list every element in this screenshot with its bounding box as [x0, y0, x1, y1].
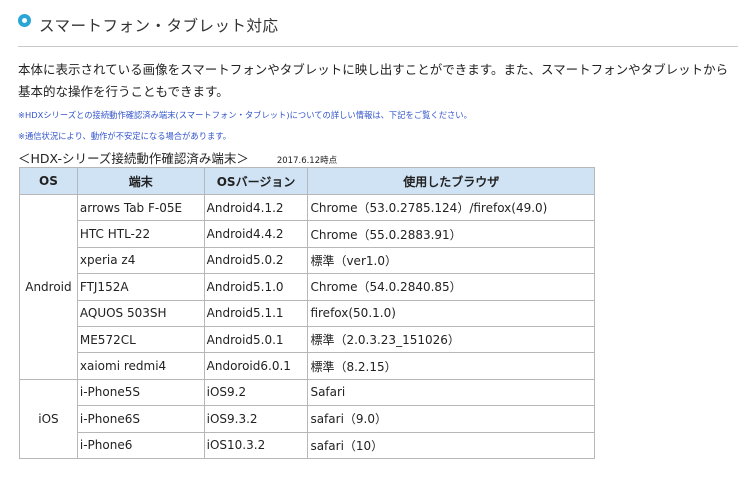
table-row: i-Phone6S iOS9.3.2 safari（9.0） — [20, 405, 595, 433]
column-header-browser: 使用したブラウザ — [307, 167, 595, 195]
os-version-cell: Android5.0.1 — [203, 325, 309, 354]
title-divider — [18, 46, 738, 47]
device-cell: FTJ152A — [76, 273, 205, 301]
device-cell: i-Phone6S — [76, 405, 205, 433]
table-row: FTJ152A Android5.1.0 Chrome（54.0.2840.85… — [20, 273, 595, 301]
browser-cell: 標準（8.2.15） — [307, 352, 595, 380]
section-title: スマートフォン・タブレット対応 — [39, 17, 279, 35]
column-header-os-version: OSバージョン — [203, 167, 309, 195]
browser-cell: Chrome（55.0.2883.91） — [307, 220, 595, 248]
os-version-cell: iOS10.3.2 — [203, 431, 309, 459]
os-version-cell: Android5.1.0 — [203, 273, 309, 301]
table-header-row: OS 端末 OSバージョン 使用したブラウザ — [19, 167, 595, 195]
table-row: iOS i-Phone5S iOS9.2 Safari — [19, 378, 595, 459]
browser-cell: 標準（ver1.0） — [307, 246, 595, 275]
ring-bullet-icon — [18, 13, 31, 27]
device-list-date: 2017.6.12時点 — [276, 156, 338, 166]
os-cell-ios: iOS — [19, 378, 78, 459]
browser-cell: firefox(50.1.0) — [307, 299, 595, 327]
browser-cell: Safari — [307, 378, 595, 407]
os-cell-android: Android — [19, 194, 78, 380]
os-version-cell: Android5.1.1 — [203, 299, 309, 327]
table-row: HTC HTL-22 Android4.4.2 Chrome（55.0.2883… — [20, 220, 595, 248]
device-cell: i-Phone6 — [76, 431, 205, 459]
column-header-os: OS — [19, 167, 78, 195]
device-list-heading-row: ＜HDX-シリーズ接続動作確認済み端末＞ 2017.6.12時点 — [18, 148, 337, 167]
device-cell: xaiomi redmi4 — [76, 352, 205, 380]
os-version-cell: Andoroid6.0.1 — [203, 352, 309, 380]
device-cell: i-Phone5S — [76, 378, 205, 407]
browser-cell: safari（10） — [307, 431, 595, 459]
device-list-heading: ＜HDX-シリーズ接続動作確認済み端末＞ — [18, 151, 249, 166]
os-version-cell: iOS9.3.2 — [203, 405, 309, 433]
device-cell: arrows Tab F-05E — [76, 193, 205, 222]
browser-cell: Chrome（54.0.2840.85） — [307, 273, 595, 301]
device-cell: HTC HTL-22 — [76, 220, 205, 248]
table-row: xperia z4 Android5.0.2 標準（ver1.0） — [20, 246, 595, 275]
browser-cell: safari（9.0） — [307, 405, 595, 433]
os-version-cell: Android4.4.2 — [203, 220, 309, 248]
intro-paragraph: 本体に表示されている画像をスマートフォンやタブレットに映し出すことができます。ま… — [18, 62, 729, 99]
browser-cell: 標準（2.0.3.23_151026） — [307, 325, 595, 354]
section-header: スマートフォン・タブレット対応 — [18, 10, 279, 40]
table-row: Android arrows Tab F-05E Android4.1.2 Ch… — [19, 193, 595, 380]
device-cell: xperia z4 — [76, 246, 205, 275]
table-row: AQUOS 503SH Android5.1.1 firefox(50.1.0) — [20, 299, 595, 327]
os-version-cell: iOS9.2 — [203, 378, 309, 407]
os-version-cell: Android5.0.2 — [203, 246, 309, 275]
table-row: ME572CL Android5.0.1 標準（2.0.3.23_151026） — [20, 325, 595, 354]
device-cell: ME572CL — [76, 325, 205, 354]
table-row: xaiomi redmi4 Andoroid6.0.1 標準（8.2.15） — [20, 352, 595, 380]
table-row: i-Phone6 iOS10.3.2 safari（10） — [20, 431, 595, 459]
device-compatibility-table: OS 端末 OSバージョン 使用したブラウザ Android arrows Ta… — [19, 167, 595, 459]
browser-cell: Chrome（53.0.2785.124）/firefox(49.0) — [307, 193, 595, 222]
device-cell: AQUOS 503SH — [76, 299, 205, 327]
compatibility-note: ※HDXシリーズとの接続動作確認済み端末(スマートフォン・タブレット)についての… — [18, 110, 472, 120]
column-header-device: 端末 — [76, 167, 205, 195]
connection-note: ※通信状況により、動作が不安定になる場合があります。 — [18, 131, 232, 141]
os-version-cell: Android4.1.2 — [203, 193, 309, 222]
